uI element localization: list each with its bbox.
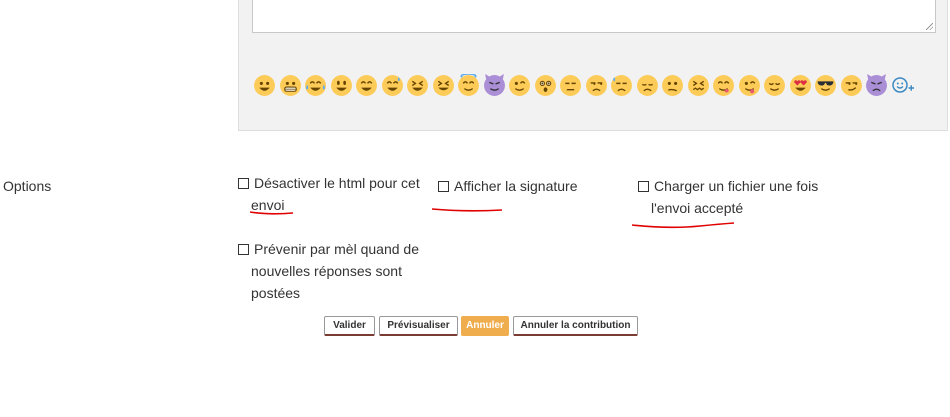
squint-icon[interactable]	[432, 73, 458, 97]
upload-file-checkbox[interactable]	[638, 181, 649, 192]
cancel-button[interactable]: Annuler	[461, 316, 509, 336]
option-show-signature-label: Afficher la signature	[454, 178, 578, 194]
joy-icon[interactable]	[304, 73, 330, 97]
option-notify-email[interactable]: Prévenir par mèl quand de nouvelles répo…	[238, 238, 419, 304]
heart-eyes-icon[interactable]	[789, 73, 815, 97]
relieved-icon[interactable]	[763, 73, 789, 97]
cancel-contribution-button[interactable]: Annuler la contribution	[513, 316, 638, 336]
smile-icon[interactable]	[355, 73, 381, 97]
innocent-icon[interactable]	[457, 73, 483, 97]
smiling-imp-icon[interactable]	[483, 73, 509, 97]
option-disable-html-label: Désactiver le html pour cet	[254, 175, 420, 191]
annotation-underline	[631, 222, 735, 229]
disable-html-checkbox[interactable]	[238, 178, 249, 189]
options-label: Options	[3, 178, 52, 194]
imp-icon[interactable]	[865, 73, 891, 97]
show-signature-checkbox[interactable]	[438, 181, 449, 192]
laughing-icon[interactable]	[406, 73, 432, 97]
message-textarea[interactable]	[252, 0, 936, 33]
option-upload-file[interactable]: Charger un fichier une fois l'envoi acce…	[638, 175, 818, 219]
sweat-smile-icon[interactable]	[381, 73, 407, 97]
downcast-sweat-icon[interactable]	[610, 73, 636, 97]
unamused-icon[interactable]	[585, 73, 611, 97]
grimacing-icon[interactable]	[279, 73, 305, 97]
option-notify-email-label: Prévenir par mèl quand de	[254, 241, 419, 257]
expressionless-icon[interactable]	[559, 73, 585, 97]
emoji-bar	[253, 73, 943, 97]
pensive-icon[interactable]	[636, 73, 662, 97]
wink-icon[interactable]	[508, 73, 534, 97]
notify-email-checkbox[interactable]	[238, 244, 249, 255]
hushed-icon[interactable]	[534, 73, 560, 97]
confused-icon[interactable]	[661, 73, 687, 97]
option-show-signature[interactable]: Afficher la signature	[438, 175, 577, 197]
validate-button[interactable]: Valider	[324, 316, 375, 336]
smiley-icon[interactable]	[330, 73, 356, 97]
savoring-icon[interactable]	[712, 73, 738, 97]
annotation-underline	[249, 211, 294, 215]
option-upload-file-label-cont: l'envoi accepté	[651, 200, 744, 216]
add-emoji-icon[interactable]	[891, 73, 917, 97]
grinning-icon[interactable]	[253, 73, 279, 97]
option-notify-email-label-cont2: postées	[251, 285, 301, 301]
resize-handle[interactable]	[926, 23, 933, 30]
option-upload-file-label: Charger un fichier une fois	[654, 178, 819, 194]
confounded-icon[interactable]	[687, 73, 713, 97]
sunglasses-icon[interactable]	[814, 73, 840, 97]
option-notify-email-label-cont: nouvelles réponses sont	[251, 263, 402, 279]
tongue-out-icon[interactable]	[738, 73, 764, 97]
editor-panel	[238, 0, 948, 131]
annotation-underline	[431, 208, 503, 212]
preview-button[interactable]: Prévisualiser	[379, 316, 458, 336]
smirk-icon[interactable]	[840, 73, 866, 97]
